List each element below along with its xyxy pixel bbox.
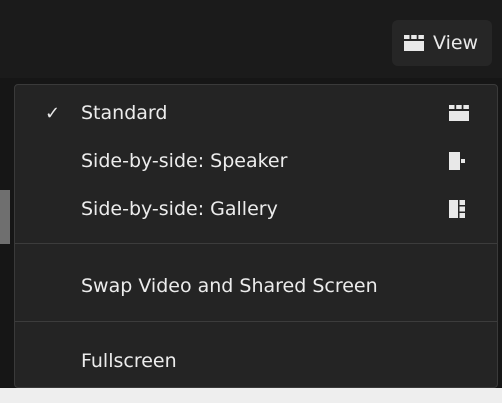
view-button-label: View — [433, 32, 479, 54]
top-toolbar: View — [0, 0, 502, 78]
menu-divider — [15, 243, 497, 244]
menu-item-label: Side-by-side: Gallery — [81, 198, 278, 220]
menu-item-side-by-side-gallery[interactable]: Side-by-side: Gallery — [15, 185, 497, 233]
speaker-layout-icon — [449, 152, 465, 170]
bottom-strip — [0, 388, 502, 403]
menu-item-standard[interactable]: ✓ Standard — [15, 89, 497, 137]
gallery-side-icon — [449, 200, 465, 218]
view-button[interactable]: View — [392, 20, 492, 66]
menu-item-label: Swap Video and Shared Screen — [81, 275, 378, 297]
menu-item-label: Standard — [81, 102, 168, 124]
background-sliver — [0, 190, 10, 244]
gallery-grid-icon — [404, 35, 424, 51]
menu-item-side-by-side-speaker[interactable]: Side-by-side: Speaker — [15, 137, 497, 185]
view-menu: ✓ Standard Side-by-side: Speaker Side-by… — [14, 84, 498, 388]
menu-item-swap-video[interactable]: Swap Video and Shared Screen — [15, 262, 497, 310]
check-icon: ✓ — [45, 102, 61, 124]
menu-item-label: Fullscreen — [81, 350, 177, 372]
menu-item-fullscreen[interactable]: Fullscreen — [15, 337, 497, 385]
gallery-grid-icon — [449, 105, 469, 121]
menu-item-label: Side-by-side: Speaker — [81, 150, 288, 172]
zoom-window: View ✓ Standard Side-by-side: Speaker Si… — [0, 0, 502, 403]
menu-divider — [15, 321, 497, 322]
